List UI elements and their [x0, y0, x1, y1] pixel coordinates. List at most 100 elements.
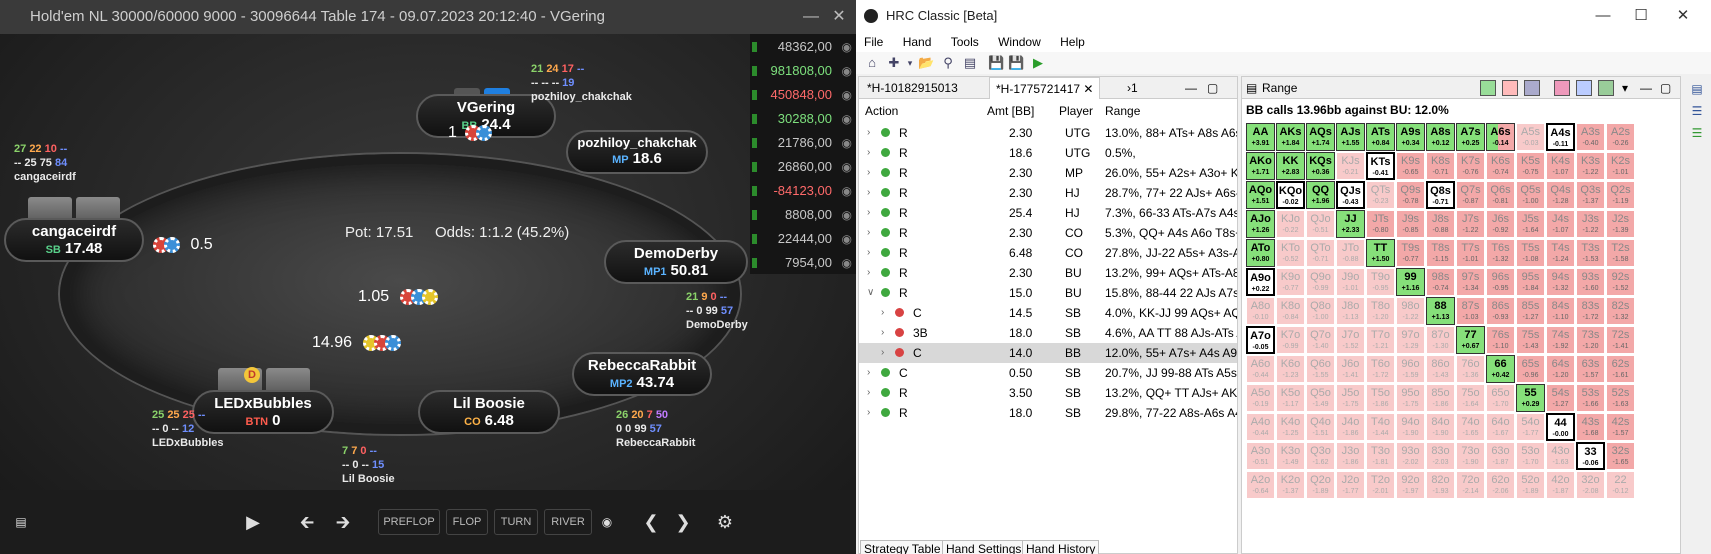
hand-cell[interactable]: K8s -0.71 [1426, 152, 1455, 180]
hand-cell[interactable]: K3o -1.49 [1276, 442, 1305, 470]
hand-cell[interactable]: 97s -1.34 [1456, 268, 1485, 296]
flop-button[interactable]: FLOP [446, 509, 488, 535]
hand-cell[interactable]: J7o -1.52 [1336, 326, 1365, 354]
hand-cell[interactable]: KQs +0.36 [1306, 152, 1335, 180]
hand-cell[interactable]: QJo -0.51 [1306, 210, 1335, 238]
hand-cell[interactable]: J8s -0.88 [1426, 210, 1455, 238]
tab-hand-history[interactable]: Hand History [1022, 540, 1100, 554]
hand-cell[interactable]: J9o -1.01 [1336, 268, 1365, 296]
hand-cell[interactable]: T5s -1.08 [1516, 239, 1545, 267]
hand-cell[interactable]: QJs -0.43 [1336, 181, 1365, 209]
hand-cell[interactable]: J3o -1.86 [1336, 442, 1365, 470]
hand-cell[interactable]: 43s -1.68 [1576, 413, 1605, 441]
strategy-row[interactable]: › C 14.0 BB 12.0%, 55+ A7s+ A4s A9o+ [859, 343, 1237, 363]
hand-cell[interactable]: T9s -0.77 [1396, 239, 1425, 267]
hand-cell[interactable]: KJs -0.21 [1336, 152, 1365, 180]
hand-cell[interactable]: 52o -1.89 [1516, 471, 1545, 499]
hand-cell[interactable]: A2s -0.26 [1606, 123, 1635, 151]
expand-arrow-icon[interactable]: › [881, 303, 884, 323]
color-mode-icon[interactable] [1576, 80, 1592, 96]
hand-cell[interactable]: J5s -1.64 [1516, 210, 1545, 238]
eye-icon[interactable]: ◉ [842, 34, 852, 60]
hand-cell[interactable]: T3s -1.53 [1576, 239, 1605, 267]
hand-cell[interactable]: KJo -0.22 [1276, 210, 1305, 238]
home-icon[interactable]: ⌂ [864, 55, 880, 71]
expand-arrow-icon[interactable]: › [867, 183, 870, 203]
expand-arrow-icon[interactable]: › [867, 163, 870, 183]
hand-cell[interactable]: T7s -1.01 [1456, 239, 1485, 267]
expand-arrow-icon[interactable]: › [867, 243, 870, 263]
hand-cell[interactable]: J3s -1.22 [1576, 210, 1605, 238]
hand-cell[interactable]: Q2o -1.89 [1306, 471, 1335, 499]
hand-cell[interactable]: Q4s -1.28 [1546, 181, 1575, 209]
hand-cell[interactable]: 85s -1.27 [1516, 297, 1545, 325]
hand-cell[interactable]: 52s -1.63 [1606, 384, 1635, 412]
hand-cell[interactable]: 82s -1.32 [1606, 297, 1635, 325]
hand-cell[interactable]: J2s -1.39 [1606, 210, 1635, 238]
hand-cell[interactable]: Q5o -1.49 [1306, 384, 1335, 412]
hand-cell[interactable]: 87s -1.03 [1456, 297, 1485, 325]
hand-cell[interactable]: A5o -0.19 [1246, 384, 1275, 412]
hand-cell[interactable]: KTs -0.41 [1366, 152, 1395, 180]
hand-cell[interactable]: K9o -0.77 [1276, 268, 1305, 296]
color-mode-icon[interactable] [1554, 80, 1570, 96]
hand-cell[interactable]: A3s -0.40 [1576, 123, 1605, 151]
seat-cangaceirdf[interactable]: cangaceirdf SB 17.48 [4, 218, 144, 262]
strategy-row[interactable]: › R 18.0 SB 29.8%, 77-22 A8s-A6s A4s- [859, 403, 1237, 423]
hand-cell[interactable]: J4s -1.07 [1546, 210, 1575, 238]
eye-icon[interactable]: ◉ [842, 106, 852, 132]
hand-cell[interactable]: JTo -0.88 [1336, 239, 1365, 267]
hand-cell[interactable]: KK +2.83 [1276, 152, 1305, 180]
hud-lil-boosie[interactable]: 7 7 0 -- -- 0 -- 15 Lil Boosie [342, 444, 395, 486]
hand-cell[interactable]: 63s -1.57 [1576, 355, 1605, 383]
hand-cell[interactable]: Q6o -1.55 [1306, 355, 1335, 383]
hand-cell[interactable]: AQo +1.51 [1246, 181, 1275, 209]
hand-cell[interactable]: 96o -1.59 [1396, 355, 1425, 383]
first-hand-icon[interactable]: ❮ [638, 509, 664, 535]
hand-cell[interactable]: KQo -0.02 [1276, 181, 1305, 209]
expand-arrow-icon[interactable]: › [867, 383, 870, 403]
menu-tools[interactable]: Tools [951, 35, 979, 49]
last-hand-icon[interactable]: ❯ [670, 509, 696, 535]
dropdown-icon[interactable]: ▾ [1622, 77, 1628, 99]
hand-cell[interactable]: AKs +1.84 [1276, 123, 1305, 151]
hand-cell[interactable]: K5s -0.75 [1516, 152, 1545, 180]
river-button[interactable]: RIVER [544, 509, 592, 535]
hand-cell[interactable]: T6s -1.32 [1486, 239, 1515, 267]
hand-cell[interactable]: 64s -1.20 [1546, 355, 1575, 383]
hud-rebecca[interactable]: 26 20 7 50 0 0 99 57 RebeccaRabbit [616, 408, 695, 450]
hand-cell[interactable]: 62s -1.61 [1606, 355, 1635, 383]
hand-cell[interactable]: K5o -1.17 [1276, 384, 1305, 412]
hand-cell[interactable]: KTo -0.52 [1276, 239, 1305, 267]
minimize-panel-icon[interactable]: — [1179, 77, 1203, 99]
expand-arrow-icon[interactable]: › [867, 143, 870, 163]
step-back-icon[interactable]: 🡰 [294, 509, 320, 535]
hand-cell[interactable]: T5o -1.86 [1366, 384, 1395, 412]
hand-cell[interactable]: J7s -1.22 [1456, 210, 1485, 238]
strategy-row[interactable]: › R 2.30 CO 5.3%, QQ+ A4s A6o T8s+ 9 [859, 223, 1237, 243]
hand-cell[interactable]: 53s -1.66 [1576, 384, 1605, 412]
eye-icon[interactable]: ◉ [842, 154, 852, 180]
hand-cell[interactable]: 43o -1.63 [1546, 442, 1575, 470]
hand-cell[interactable]: 94s -1.32 [1546, 268, 1575, 296]
strategy-row[interactable]: ∨ R 15.0 BU 15.8%, 88-44 22 AJs A7s-A2 [859, 283, 1237, 303]
hand-cell[interactable]: 97o -1.29 [1396, 326, 1425, 354]
hand-cell[interactable]: 33 -0.06 [1576, 442, 1605, 470]
hand-cell[interactable]: 87o -1.30 [1426, 326, 1455, 354]
tab-hand-1[interactable]: *H-10182915013 [861, 77, 964, 99]
strategy-row[interactable]: › R 25.4 HJ 7.3%, 66-33 ATs-A7s A4s-A [859, 203, 1237, 223]
grid-icon[interactable] [1598, 80, 1614, 96]
hand-cell[interactable]: 92s -1.52 [1606, 268, 1635, 296]
hand-cell[interactable]: K9s -0.65 [1396, 152, 1425, 180]
hand-cell[interactable]: T8s -1.15 [1426, 239, 1455, 267]
strategy-row[interactable]: › R 2.30 HJ 28.7%, 77+ 22 AJs+ A6s-A5 [859, 183, 1237, 203]
tab-overflow[interactable]: ›1 [1121, 77, 1144, 99]
hand-cell[interactable]: A8s +0.12 [1426, 123, 1455, 151]
hand-cell[interactable]: 72s -1.41 [1606, 326, 1635, 354]
tab-hand-settings[interactable]: Hand Settings [942, 540, 1026, 554]
hand-cell[interactable]: J2o -1.77 [1336, 471, 1365, 499]
hand-cell[interactable]: T4s -1.24 [1546, 239, 1575, 267]
hand-cell[interactable]: ATs +0.84 [1366, 123, 1395, 151]
hand-cell[interactable]: K8o -0.84 [1276, 297, 1305, 325]
gear-icon[interactable]: ⚙ [712, 509, 738, 535]
